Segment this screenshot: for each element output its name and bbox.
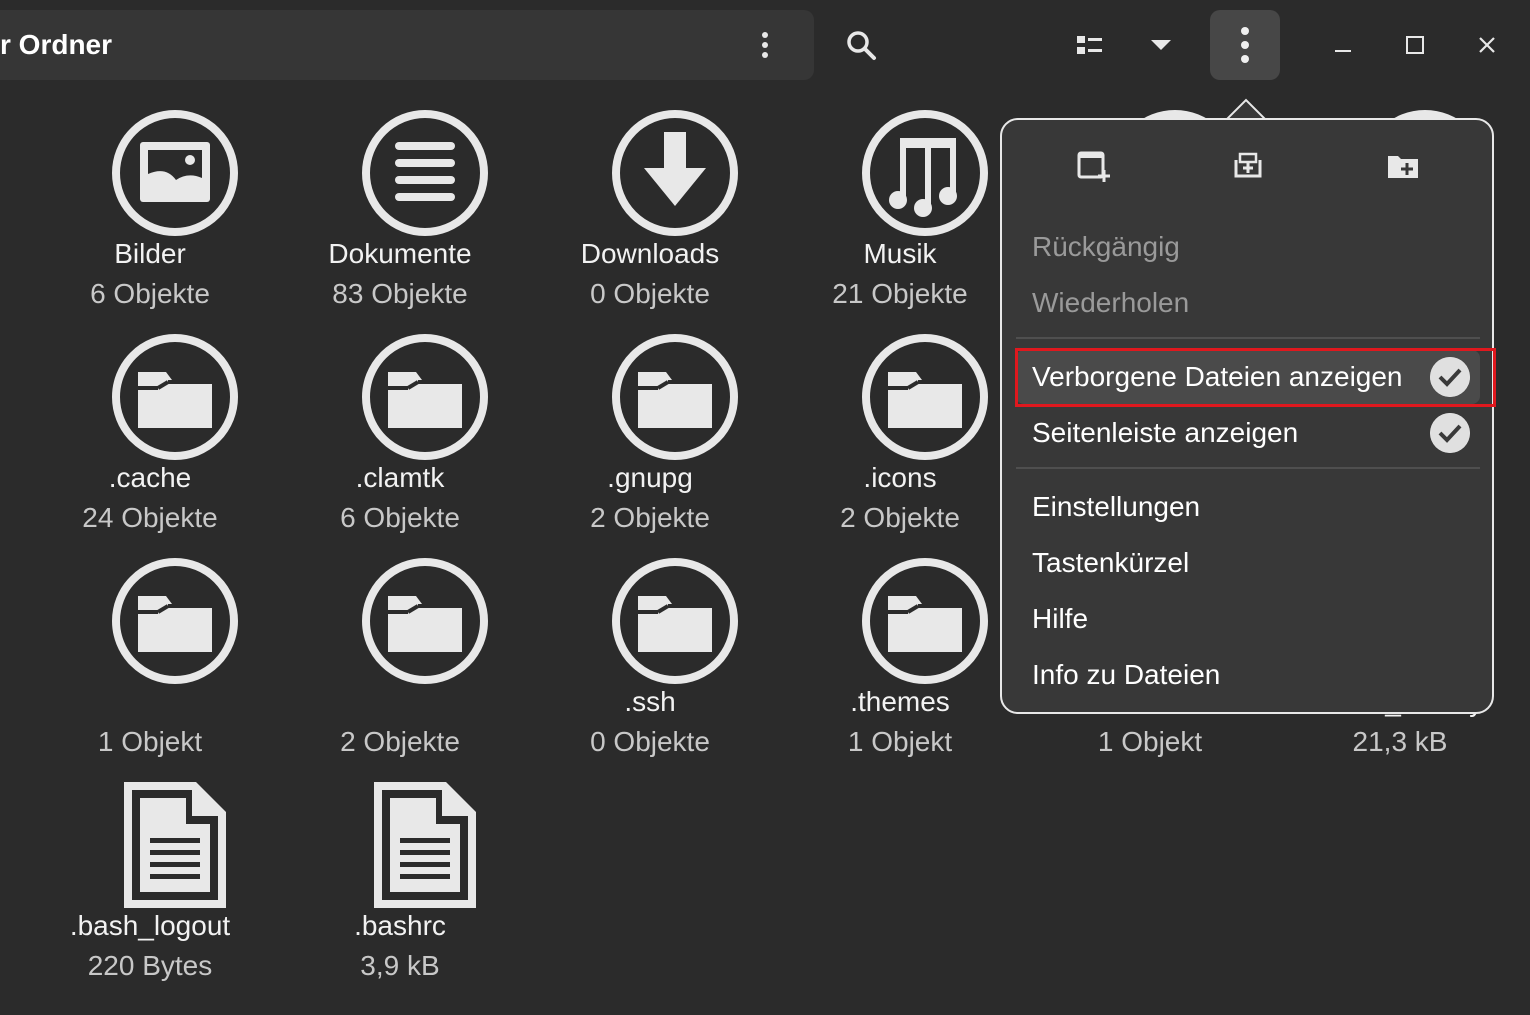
path-menu-icon[interactable] bbox=[748, 28, 782, 62]
vertical-dots-icon bbox=[1241, 27, 1249, 63]
file-name: .bashrc bbox=[354, 910, 446, 941]
close-button[interactable] bbox=[1452, 10, 1522, 80]
menu-redo[interactable]: Wiederholen bbox=[1016, 276, 1480, 330]
file-item[interactable]: 1 Objekt bbox=[25, 548, 275, 772]
search-icon bbox=[847, 31, 876, 60]
close-icon bbox=[1479, 37, 1495, 53]
file-details: 21,3 kB bbox=[1352, 726, 1448, 757]
menu-undo[interactable]: Rückgängig bbox=[1016, 220, 1480, 274]
menu-separator bbox=[1016, 337, 1480, 339]
text-file-icon bbox=[374, 782, 476, 908]
text-file-icon bbox=[124, 782, 226, 908]
minimize-icon bbox=[1335, 50, 1351, 52]
folder-icon bbox=[112, 334, 238, 460]
file-item[interactable]: Musik 21 Objekte bbox=[775, 100, 1025, 324]
maximize-button[interactable] bbox=[1380, 10, 1450, 80]
file-item[interactable]: Downloads 0 Objekte bbox=[525, 100, 775, 324]
current-folder-title: r Ordner bbox=[0, 29, 113, 60]
main-menu-popover: Rückgängig Wiederholen Verborgene Dateie… bbox=[1000, 118, 1494, 714]
menu-action-icons bbox=[1002, 140, 1492, 200]
folder-icon bbox=[612, 334, 738, 460]
path-bar[interactable]: r Ordner bbox=[0, 10, 814, 80]
file-item[interactable]: 2 Objekte bbox=[275, 548, 525, 772]
file-item[interactable]: .bashrc 3,9 kB bbox=[275, 772, 525, 996]
file-item[interactable]: .gnupg 2 Objekte bbox=[525, 324, 775, 548]
file-item[interactable]: .ssh 0 Objekte bbox=[525, 548, 775, 772]
menu-help[interactable]: Hilfe bbox=[1016, 592, 1480, 646]
folder-icon bbox=[362, 558, 488, 684]
checkmark-icon bbox=[1430, 413, 1470, 453]
file-details: 3,9 kB bbox=[360, 950, 440, 981]
pictures-folder-icon bbox=[112, 110, 238, 236]
header-bar: r Ordner bbox=[0, 0, 1530, 92]
menu-separator bbox=[1016, 467, 1480, 469]
menu-about[interactable]: Info zu Dateien bbox=[1016, 648, 1480, 702]
folder-icon bbox=[612, 558, 738, 684]
menu-settings[interactable]: Einstellungen bbox=[1016, 480, 1480, 534]
chevron-down-icon bbox=[1151, 40, 1171, 50]
file-item[interactable]: .icons 2 Objekte bbox=[775, 324, 1025, 548]
file-item[interactable]: .cache 24 Objekte bbox=[25, 324, 275, 548]
new-window-icon[interactable] bbox=[1076, 148, 1112, 184]
main-menu-button[interactable] bbox=[1210, 10, 1280, 80]
file-item[interactable]: .clamtk 6 Objekte bbox=[275, 324, 525, 548]
search-button[interactable] bbox=[826, 10, 896, 80]
downloads-folder-icon bbox=[612, 110, 738, 236]
folder-icon bbox=[362, 334, 488, 460]
file-item[interactable]: .themes 1 Objekt bbox=[775, 548, 1025, 772]
new-tab-icon[interactable] bbox=[1230, 148, 1266, 184]
folder-icon bbox=[862, 334, 988, 460]
documents-folder-icon bbox=[362, 110, 488, 236]
list-view-icon bbox=[1077, 36, 1102, 54]
file-item[interactable]: .bash_logout 220 Bytes bbox=[25, 772, 275, 996]
menu-shortcuts[interactable]: Tastenkürzel bbox=[1016, 536, 1480, 590]
folder-icon bbox=[862, 558, 988, 684]
file-item[interactable]: Bilder 6 Objekte bbox=[25, 100, 275, 324]
maximize-icon bbox=[1406, 36, 1424, 54]
minimize-button[interactable] bbox=[1308, 10, 1378, 80]
menu-show-sidebar[interactable]: Seitenleiste anzeigen bbox=[1016, 406, 1480, 460]
file-item[interactable]: Dokumente 83 Objekte bbox=[275, 100, 525, 324]
folder-icon bbox=[112, 558, 238, 684]
view-toggle-button[interactable] bbox=[1055, 10, 1125, 80]
highlight-annotation-box bbox=[1015, 348, 1496, 407]
menu-show-sidebar-label: Seitenleiste anzeigen bbox=[1032, 417, 1299, 448]
view-options-button[interactable] bbox=[1126, 10, 1196, 80]
popover-arrow bbox=[1226, 98, 1266, 120]
new-folder-icon[interactable] bbox=[1385, 148, 1421, 184]
music-folder-icon bbox=[862, 110, 988, 236]
